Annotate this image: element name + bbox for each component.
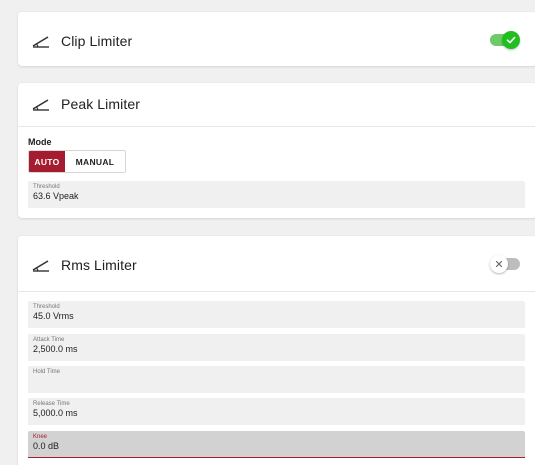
clip-limiter-title: Clip Limiter — [61, 33, 133, 49]
field-label: Threshold — [33, 184, 60, 190]
toggle-knob — [502, 31, 520, 49]
gauge-needle-icon — [32, 99, 49, 111]
mode-manual-button[interactable]: MANUAL — [65, 151, 125, 172]
field-value: 45.0 Vrms — [33, 311, 74, 321]
field-value: 63.6 Vpeak — [33, 191, 79, 201]
rms-limiter-card: Rms Limiter Threshold 45.0 Vrms Attack T… — [18, 236, 535, 465]
hold-time-field[interactable]: Hold Time — [28, 366, 525, 393]
header-divider — [18, 126, 535, 127]
mode-label: Mode — [28, 137, 52, 147]
clip-limiter-card: Clip Limiter — [18, 12, 535, 66]
field-label: Knee — [33, 434, 48, 440]
field-value: 5,000.0 ms — [33, 408, 78, 418]
check-icon — [506, 36, 516, 44]
close-icon — [495, 260, 503, 268]
rms-limiter-toggle[interactable] — [490, 255, 520, 273]
gauge-needle-icon — [32, 36, 49, 48]
mode-auto-button[interactable]: AUTO — [29, 151, 65, 172]
peak-threshold-field[interactable]: Threshold 63.6 Vpeak — [28, 181, 525, 208]
rms-limiter-title: Rms Limiter — [61, 257, 137, 273]
field-label: Threshold — [33, 304, 60, 310]
field-value: 2,500.0 ms — [33, 344, 78, 354]
toggle-knob — [490, 255, 508, 273]
field-label: Release Time — [33, 401, 70, 407]
header-divider — [18, 291, 535, 292]
mode-toggle-group: AUTO MANUAL — [28, 150, 126, 173]
clip-limiter-toggle[interactable] — [490, 31, 520, 49]
peak-limiter-title: Peak Limiter — [61, 96, 141, 112]
knee-field[interactable]: Knee 0.0 dB — [28, 431, 525, 458]
field-label: Attack Time — [33, 337, 65, 343]
release-time-field[interactable]: Release Time 5,000.0 ms — [28, 398, 525, 425]
peak-limiter-card: Peak Limiter Mode AUTO MANUAL Threshold … — [18, 83, 535, 218]
attack-time-field[interactable]: Attack Time 2,500.0 ms — [28, 334, 525, 361]
field-label: Hold Time — [33, 369, 61, 375]
rms-threshold-field[interactable]: Threshold 45.0 Vrms — [28, 301, 525, 328]
field-value: 0.0 dB — [33, 441, 60, 451]
gauge-needle-icon — [32, 260, 49, 272]
